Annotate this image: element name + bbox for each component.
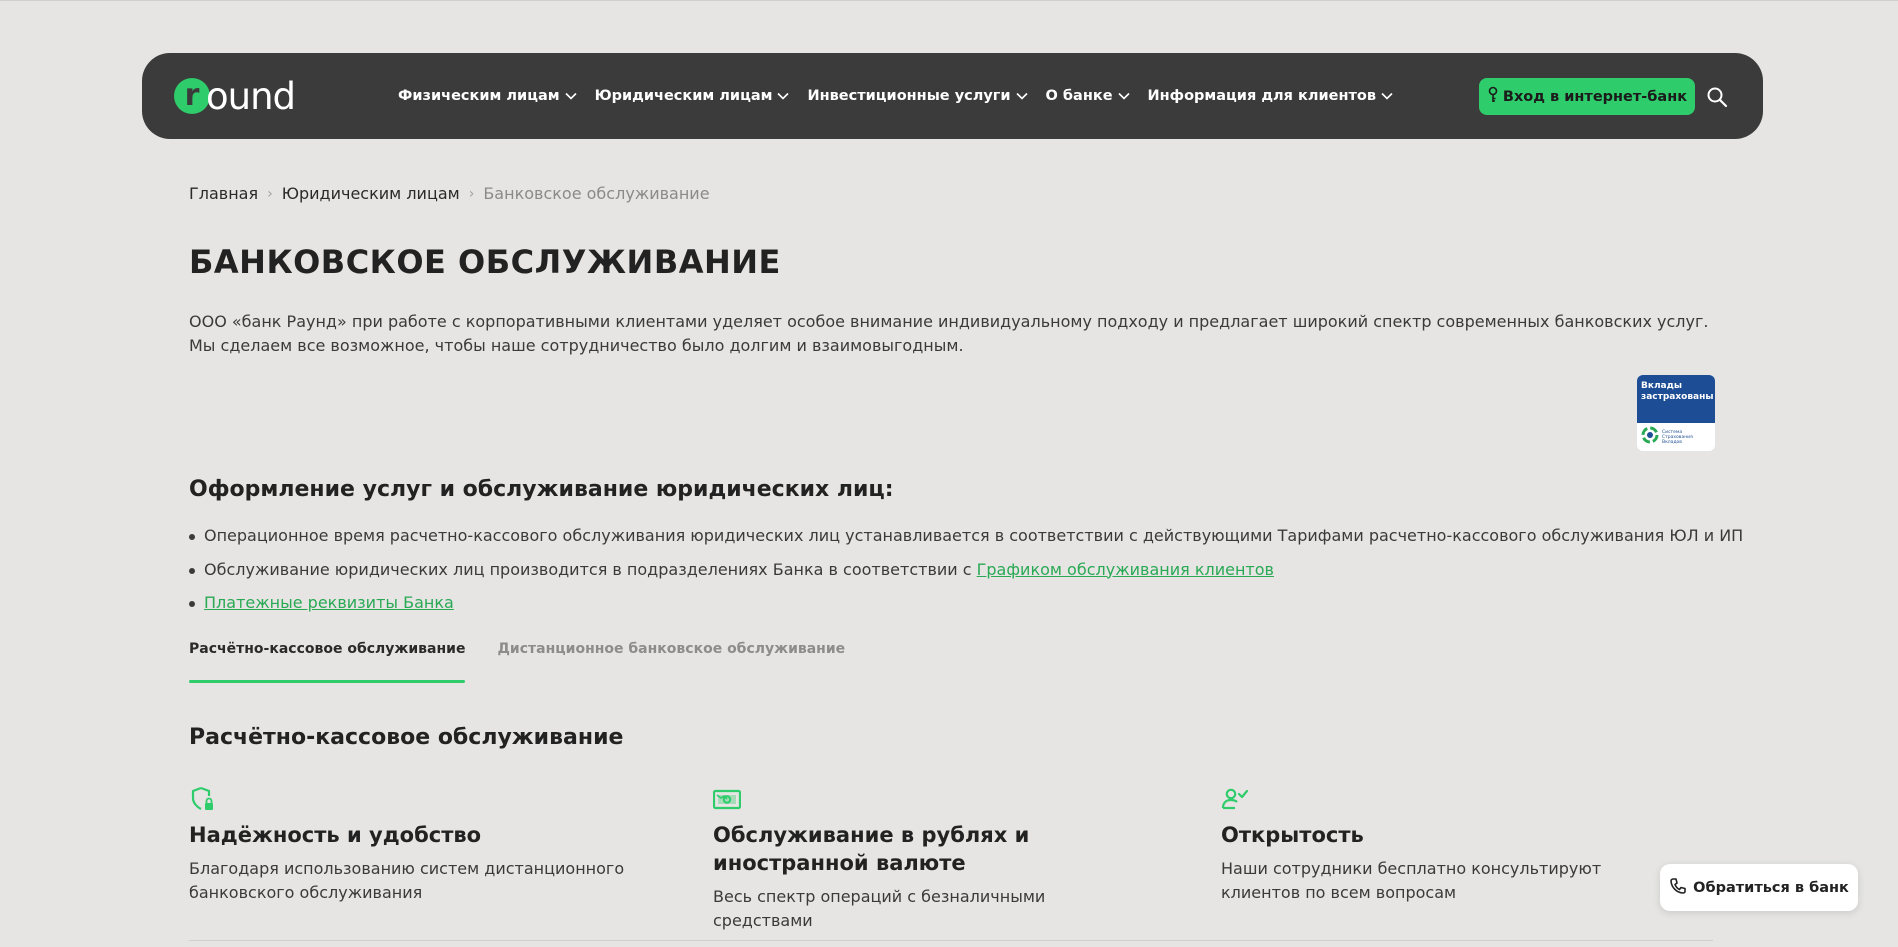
main-nav: Физическим лицам Юридическим лицам Инвес… (398, 53, 1411, 139)
shield-lock-icon (189, 785, 217, 813)
key-icon (1487, 86, 1499, 108)
nav-item-label: О банке (1045, 88, 1113, 104)
deposit-insurance-badge[interactable]: Вклады застрахованы Система Страхования … (1637, 375, 1715, 451)
nav-item-legal-entities[interactable]: Юридическим лицам (595, 88, 791, 104)
feature-text: Благодаря использованию систем дистанцио… (189, 859, 625, 902)
logo-text: ound (206, 74, 296, 118)
list-item: Платежные реквизиты Банка (189, 593, 1743, 627)
login-label: Вход в интернет-банк (1502, 88, 1688, 105)
services-list: Операционное время расчетно-кассового об… (189, 526, 1743, 627)
chevron-down-icon (776, 89, 790, 103)
breadcrumb-home[interactable]: Главная (189, 184, 258, 203)
nav-item-label: Инвестиционные услуги (807, 88, 1011, 104)
breadcrumb-separator-icon: › (468, 185, 475, 202)
feature-title: Надёжность и удобство (189, 823, 482, 847)
search-icon[interactable] (1705, 85, 1729, 109)
nav-item-investment[interactable]: Инвестиционные услуги (807, 88, 1028, 104)
nav-item-label: Юридическим лицам (594, 88, 773, 104)
contact-button-label: Обратиться в банк (1693, 879, 1849, 896)
chevron-down-icon (564, 89, 578, 103)
list-item: Обслуживание юридических лиц производитс… (189, 560, 1743, 594)
nav-item-label: Информация для клиентов (1147, 88, 1377, 104)
feature-text: Весь спектр операций с безналичными сред… (713, 887, 1046, 930)
logo-mark: r (174, 78, 210, 114)
service-tabs: Расчётно-кассовое обслуживание Дистанцио… (189, 641, 877, 683)
page-title: БАНКОВСКОЕ ОБСЛУЖИВАНИЕ (189, 243, 781, 281)
bank-details-link[interactable]: Платежные реквизиты Банка (204, 593, 454, 612)
badge-title: Вклады застрахованы (1637, 375, 1715, 423)
divider (189, 940, 1713, 941)
phone-icon (1669, 877, 1687, 899)
feature-text: Наши сотрудники бесплатно консультируют … (1221, 859, 1602, 902)
nav-item-label: Физическим лицам (398, 88, 560, 104)
site-header: r ound Физическим лицам Юридическим лица… (142, 53, 1763, 139)
chevron-down-icon (1380, 89, 1394, 103)
chevron-down-icon (1015, 89, 1029, 103)
badge-subtitle: Система Страхования Вкладов (1662, 429, 1693, 445)
logo[interactable]: r ound (174, 74, 296, 118)
banknote-icon (712, 785, 742, 813)
contact-bank-button[interactable]: Обратиться в банк (1660, 864, 1858, 911)
rko-title: Расчётно-кассовое обслуживание (189, 725, 624, 750)
dia-logo-icon (1641, 426, 1659, 448)
intro-text: ООО «банк Раунд» при работе с корпоратив… (189, 312, 1709, 355)
tab-remote-banking[interactable]: Дистанционное банковское обслуживание (497, 641, 845, 683)
nav-item-about[interactable]: О банке (1046, 88, 1131, 104)
breadcrumb-current: Банковское обслуживание (483, 184, 710, 203)
breadcrumb: Главная › Юридическим лицам › Банковское… (189, 184, 710, 203)
nav-item-individuals[interactable]: Физическим лицам (398, 88, 578, 104)
breadcrumb-separator-icon: › (267, 185, 273, 202)
chevron-down-icon (1117, 89, 1131, 103)
feature-title: Открытость (1221, 823, 1364, 847)
bullet-text: Обслуживание юридических лиц производитс… (204, 559, 977, 579)
breadcrumb-legal-entities[interactable]: Юридическим лицам (282, 184, 460, 203)
feature-card-openness: Открытость Наши сотрудники бесплатно кон… (1221, 785, 1681, 905)
feature-title: Обслуживание в рублях и иностранной валю… (713, 823, 1030, 875)
badge-footer: Система Страхования Вкладов (1637, 423, 1715, 451)
schedule-link[interactable]: Графиком обслуживания клиентов (977, 560, 1274, 579)
list-item: Операционное время расчетно-кассового об… (189, 526, 1743, 560)
internet-bank-login-button[interactable]: Вход в интернет-банк (1479, 78, 1695, 115)
bullet-text: Операционное время расчетно-кассового об… (204, 526, 1744, 545)
feature-card-reliability: Надёжность и удобство Благодаря использо… (189, 785, 649, 905)
services-title: Оформление услуг и обслуживание юридичес… (189, 477, 894, 502)
tab-cash-settlement[interactable]: Расчётно-кассовое обслуживание (189, 641, 466, 683)
feature-card-currency: Обслуживание в рублях и иностранной валю… (712, 785, 1133, 933)
user-check-icon (1221, 785, 1249, 813)
nav-item-client-info[interactable]: Информация для клиентов (1148, 88, 1395, 104)
